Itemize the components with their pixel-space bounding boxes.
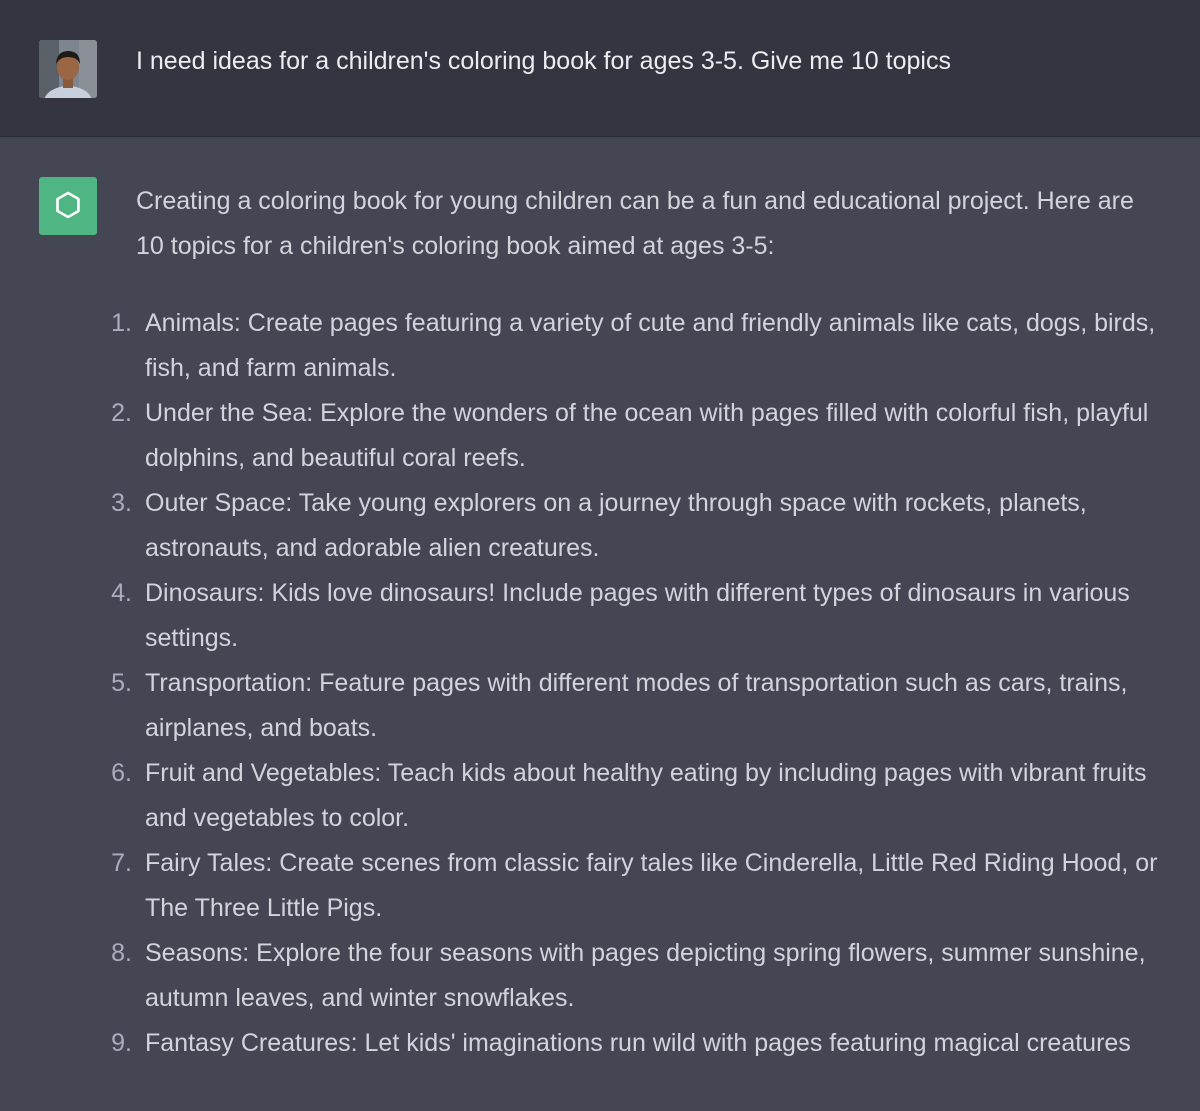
- list-item-line: settings.: [145, 624, 239, 652]
- list-item-text: Fantasy Creatures: Let kids' imagination…: [145, 1021, 1200, 1066]
- user-avatar-photo: [39, 40, 97, 98]
- assistant-message-row: Creating a coloring book for young child…: [0, 137, 1200, 1063]
- intro-line: Creating a coloring book for young child…: [136, 187, 1134, 215]
- list-item: 2. Under the Sea: Explore the wonders of…: [0, 391, 1200, 481]
- user-avatar: [39, 40, 97, 98]
- list-item-text: Fairy Tales: Create scenes from classic …: [145, 841, 1200, 931]
- list-number: 7.: [111, 849, 132, 877]
- list-item-line: Animals: Create pages featuring a variet…: [145, 309, 1156, 337]
- list-item: 8. Seasons: Explore the four seasons wit…: [0, 931, 1200, 1021]
- user-message-row: I need ideas for a children's coloring b…: [0, 0, 1200, 137]
- list-item-text: Fruit and Vegetables: Teach kids about h…: [145, 751, 1200, 841]
- list-item-line: Dinosaurs: Kids love dinosaurs! Include …: [145, 579, 1130, 607]
- list-number: 4.: [111, 579, 132, 607]
- topic-list: 1. Animals: Create pages featuring a var…: [0, 301, 1200, 1111]
- openai-logo-icon: [56, 191, 80, 219]
- list-number: 6.: [111, 759, 132, 787]
- list-item-line: dolphins, and beautiful coral reefs.: [145, 444, 526, 472]
- list-item-line: Fruit and Vegetables: Teach kids about h…: [145, 759, 1147, 787]
- intro-line: 10 topics for a children's coloring book…: [136, 232, 775, 260]
- list-item-text: Transportation: Feature pages with diffe…: [145, 661, 1200, 751]
- assistant-avatar: [39, 177, 97, 235]
- list-item-text: Under the Sea: Explore the wonders of th…: [145, 391, 1200, 481]
- list-item-line: The Three Little Pigs.: [145, 894, 383, 922]
- list-number: 3.: [111, 489, 132, 517]
- list-item-text: Dinosaurs: Kids love dinosaurs! Include …: [145, 571, 1200, 661]
- list-item-line: Transportation: Feature pages with diffe…: [145, 669, 1128, 697]
- list-item: 4. Dinosaurs: Kids love dinosaurs! Inclu…: [0, 571, 1200, 661]
- list-item: 5. Transportation: Feature pages with di…: [0, 661, 1200, 751]
- list-item: 6. Fruit and Vegetables: Teach kids abou…: [0, 751, 1200, 841]
- list-item-line: Seasons: Explore the four seasons with p…: [145, 939, 1146, 967]
- list-item-line: airplanes, and boats.: [145, 714, 378, 742]
- list-number: 9.: [111, 1029, 132, 1057]
- user-message-text: I need ideas for a children's coloring b…: [136, 47, 951, 75]
- list-item-text: Seasons: Explore the four seasons with p…: [145, 931, 1200, 1021]
- list-item: 7. Fairy Tales: Create scenes from class…: [0, 841, 1200, 931]
- list-item: 3. Outer Space: Take young explorers on …: [0, 481, 1200, 571]
- list-item-line: Under the Sea: Explore the wonders of th…: [145, 399, 1149, 427]
- list-number: 2.: [111, 399, 132, 427]
- list-item-text: Animals: Create pages featuring a variet…: [145, 301, 1200, 391]
- list-number: 1.: [111, 309, 132, 337]
- assistant-intro: Creating a coloring book for young child…: [136, 179, 1186, 269]
- list-item: 9. Fantasy Creatures: Let kids' imaginat…: [0, 1021, 1200, 1111]
- list-item-line: Fantasy Creatures: Let kids' imagination…: [145, 1029, 1131, 1057]
- list-item-line: astronauts, and adorable alien creatures…: [145, 534, 600, 562]
- list-item-line: autumn leaves, and winter snowflakes.: [145, 984, 575, 1012]
- list-item-line: Outer Space: Take young explorers on a j…: [145, 489, 1087, 517]
- list-item-line: Fairy Tales: Create scenes from classic …: [145, 849, 1158, 877]
- list-item-line: and vegetables to color.: [145, 804, 410, 832]
- list-item-text: Outer Space: Take young explorers on a j…: [145, 481, 1200, 571]
- list-number: 8.: [111, 939, 132, 967]
- list-item: 1. Animals: Create pages featuring a var…: [0, 301, 1200, 391]
- list-item-line: fish, and farm animals.: [145, 354, 397, 382]
- list-number: 5.: [111, 669, 132, 697]
